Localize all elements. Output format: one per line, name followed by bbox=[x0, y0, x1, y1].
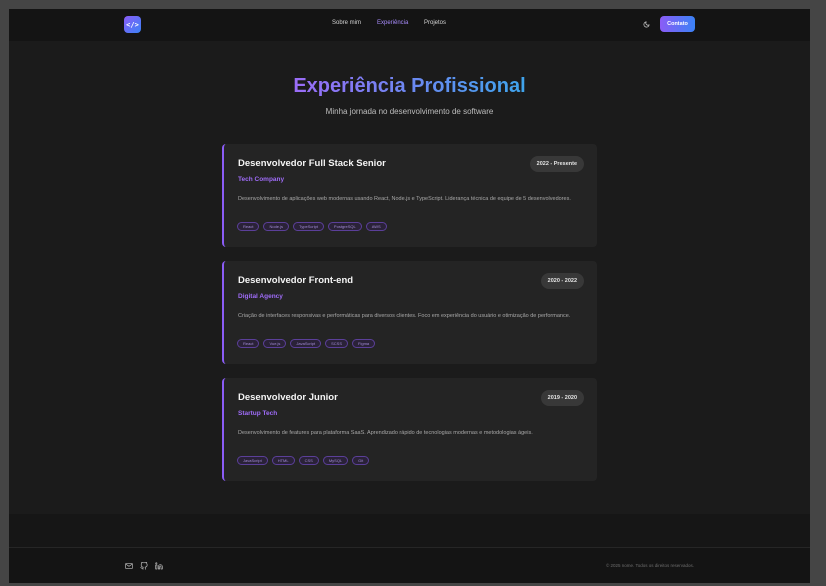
tech-tag: React bbox=[237, 339, 260, 348]
experience-card: Desenvolvedor Front-end 2020 - 2022 Digi… bbox=[222, 261, 597, 364]
tech-tag: HTML bbox=[271, 456, 295, 465]
contact-button[interactable]: Contato bbox=[660, 16, 695, 32]
tech-tag: Vue.js bbox=[263, 339, 287, 348]
tech-tag: TypeScript bbox=[293, 222, 324, 231]
experience-period-badge: 2022 - Presente bbox=[529, 156, 584, 172]
experience-description: Desenvolvimento de aplicações web modern… bbox=[238, 196, 571, 202]
copyright-text: © 2025 nome. Todos os direitos reservado… bbox=[605, 563, 694, 568]
tech-tag: PostgreSQL bbox=[327, 222, 362, 231]
tech-tag: MySQL bbox=[322, 456, 349, 465]
experience-card: Desenvolvedor Junior 2019 - 2020 Startup… bbox=[222, 378, 597, 481]
tech-tag: CSS bbox=[298, 456, 319, 465]
nav-link-sobre-mim[interactable]: Sobre mim bbox=[332, 20, 361, 26]
browser-viewport: </> Sobre mim Experiência Projetos Conta… bbox=[9, 9, 810, 583]
experience-card: Desenvolvedor Full Stack Senior 2022 - P… bbox=[222, 144, 597, 247]
section-subtitle: Minha jornada no desenvolvimento de soft… bbox=[325, 107, 494, 116]
experience-title: Desenvolvedor Junior bbox=[238, 392, 338, 403]
theme-toggle-moon-icon[interactable] bbox=[641, 19, 652, 30]
experience-company: Tech Company bbox=[238, 176, 285, 183]
tech-tag: Node.js bbox=[263, 222, 290, 231]
section-title: Experiência Profissional bbox=[293, 75, 526, 97]
experience-company: Digital Agency bbox=[238, 293, 283, 300]
experience-title: Desenvolvedor Front-end bbox=[238, 275, 354, 286]
experience-period-badge: 2020 - 2022 bbox=[540, 273, 584, 289]
section-divider-band bbox=[9, 514, 810, 547]
experience-period-badge: 2019 - 2020 bbox=[540, 390, 584, 406]
tech-tag: Git bbox=[352, 456, 370, 465]
tech-tag: AWS bbox=[365, 222, 387, 231]
navbar: </> Sobre mim Experiência Projetos Conta… bbox=[9, 9, 810, 41]
footer: © 2025 nome. Todos os direitos reservado… bbox=[9, 547, 810, 583]
experience-description: Criação de interfaces responsivas e perf… bbox=[238, 313, 571, 319]
tech-tag: React bbox=[237, 222, 260, 231]
experience-description: Desenvolvimento de features para platafo… bbox=[238, 430, 533, 436]
experience-company: Startup Tech bbox=[238, 410, 278, 417]
experience-tags: JavaScript HTML CSS MySQL Git bbox=[237, 456, 370, 465]
tech-tag: JavaScript bbox=[290, 339, 322, 348]
nav-link-projetos[interactable]: Projetos bbox=[424, 20, 446, 26]
experience-tags: React Vue.js JavaScript SCSS Figma bbox=[237, 339, 376, 348]
tech-tag: SCSS bbox=[325, 339, 349, 348]
tech-tag: JavaScript bbox=[237, 456, 268, 465]
mail-icon[interactable] bbox=[124, 561, 133, 570]
experience-tags: React Node.js TypeScript PostgreSQL AWS bbox=[237, 222, 387, 231]
experience-title: Desenvolvedor Full Stack Senior bbox=[238, 158, 386, 169]
nav-link-experiencia[interactable]: Experiência bbox=[377, 20, 408, 26]
social-links bbox=[124, 561, 163, 570]
github-icon[interactable] bbox=[139, 561, 148, 570]
linkedin-icon[interactable] bbox=[154, 561, 163, 570]
tech-tag: Figma bbox=[352, 339, 376, 348]
